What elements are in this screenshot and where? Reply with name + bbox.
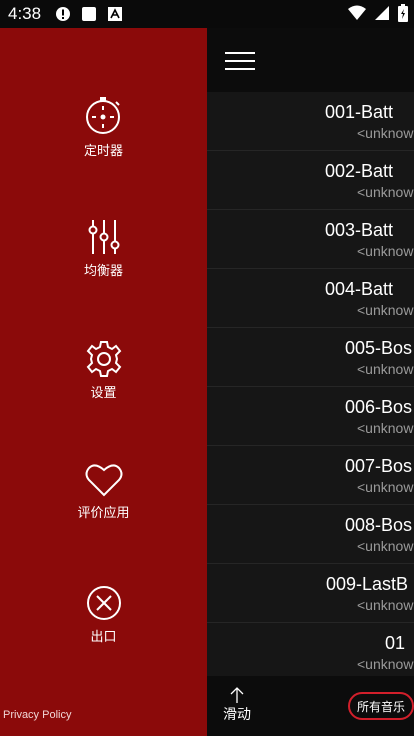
song-artist: <unknow — [357, 538, 414, 554]
privacy-policy-link[interactable]: Privacy Policy — [3, 709, 71, 721]
alert-icon — [55, 6, 71, 22]
song-title: 002-Batt — [325, 161, 394, 181]
drawer-item-label: 定时器 — [83, 143, 123, 158]
song-title: 003-Batt — [325, 220, 394, 240]
song-title: 004-Batt — [325, 279, 394, 299]
song-artist: <unknow — [357, 125, 414, 141]
drawer-item-equalizer[interactable]: 均衡器 — [0, 218, 207, 279]
song-artist: <unknow — [357, 361, 414, 377]
song-artist: <unknow — [357, 184, 414, 200]
exit-icon — [0, 584, 207, 622]
drawer-item-exit[interactable]: 出口 — [0, 584, 207, 645]
drawer-item-label: 均衡器 — [83, 263, 123, 278]
song-item[interactable]: 002-Batt <unknow — [207, 151, 414, 210]
settings-icon — [0, 340, 207, 378]
song-title: 001-Batt — [325, 102, 394, 122]
equalizer-icon — [0, 218, 207, 256]
wifi-icon — [348, 5, 366, 26]
top-bar — [207, 28, 414, 92]
song-title: 01 — [385, 633, 406, 653]
signal-icon — [374, 5, 390, 26]
song-title: 007-Bos — [345, 456, 413, 476]
song-title: 005-Bos — [345, 338, 413, 358]
song-item[interactable]: 006-Bos <unknow — [207, 387, 414, 446]
song-title: 008-Bos — [345, 515, 413, 535]
song-item[interactable]: 008-Bos <unknow — [207, 505, 414, 564]
song-item[interactable]: 001-Batt <unknow — [207, 92, 414, 151]
song-artist: <unknow — [357, 479, 414, 495]
song-item[interactable]: 007-Bos <unknow — [207, 446, 414, 505]
drawer-item-settings[interactable]: 设置 — [0, 340, 207, 401]
drawer-item-rate-app[interactable]: 评价应用 — [0, 462, 207, 521]
drawer-item-timer[interactable]: 定时器 — [0, 96, 207, 159]
song-title: 009-LastB — [326, 574, 409, 594]
song-list: 001-Batt <unknow 002-Batt <unknow 003-Ba… — [207, 92, 414, 682]
a-icon — [107, 6, 123, 22]
drawer-item-label: 评价应用 — [77, 505, 130, 520]
song-item[interactable]: 005-Bos <unknow — [207, 328, 414, 387]
drawer-item-label: 出口 — [90, 629, 117, 644]
song-item[interactable]: 01 <unknow — [207, 623, 414, 682]
scroll-label: 滑动 — [223, 706, 251, 722]
song-artist: <unknow — [357, 243, 414, 259]
all-music-button[interactable]: 所有音乐 — [348, 692, 414, 720]
square-icon — [81, 6, 97, 22]
menu-icon[interactable] — [225, 52, 255, 72]
arrow-up-icon — [217, 686, 257, 704]
heart-icon — [0, 462, 207, 498]
song-item[interactable]: 004-Batt <unknow — [207, 269, 414, 328]
scroll-button[interactable]: 滑动 — [217, 686, 257, 724]
song-artist: <unknow — [357, 597, 414, 613]
navigation-drawer: 定时器 均衡器 设置 评价应用 出口 Privacy Policy — [0, 28, 207, 736]
song-title: 006-Bos — [345, 397, 413, 417]
drawer-item-label: 设置 — [90, 385, 117, 400]
battery-icon — [398, 4, 408, 27]
timer-icon — [0, 96, 207, 136]
bottom-bar: 滑动 所有音乐 — [207, 676, 414, 736]
song-artist: <unknow — [357, 420, 414, 436]
song-artist: <unknow — [357, 302, 414, 318]
status-time: 4:38 — [8, 4, 42, 23]
song-artist: <unknow — [357, 656, 414, 672]
song-item[interactable]: 009-LastB <unknow — [207, 564, 414, 623]
song-item[interactable]: 003-Batt <unknow — [207, 210, 414, 269]
status-bar: 4:38 — [0, 0, 414, 28]
